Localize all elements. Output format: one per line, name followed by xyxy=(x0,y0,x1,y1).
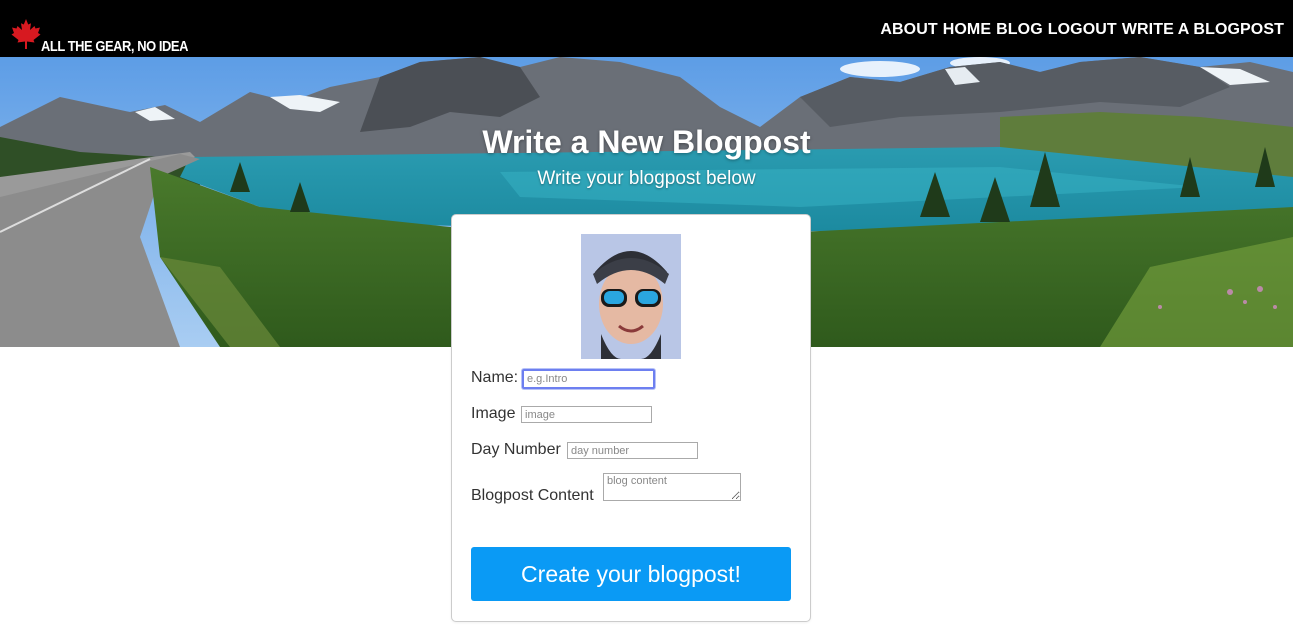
name-input[interactable] xyxy=(522,369,655,389)
name-label: Name: xyxy=(471,369,519,386)
page-title: Write a New Blogpost xyxy=(0,124,1263,161)
day-number-input[interactable] xyxy=(567,442,698,459)
nav-link-logout[interactable]: LOGOUT xyxy=(1048,21,1117,39)
page-title-text: Write a New Blogpost xyxy=(482,124,811,160)
maple-leaf-icon xyxy=(11,19,41,49)
day-number-label: Day Number xyxy=(471,441,561,458)
top-navbar: ALL THE GEAR, NO IDEA ABOUT HOME BLOG LO… xyxy=(0,0,1293,57)
nav-links: ABOUT HOME BLOG LOGOUT WRITE A BLOGPOST xyxy=(880,21,1284,39)
page-subtitle-text: Write your blogpost below xyxy=(537,168,756,189)
create-blogpost-button[interactable]: Create your blogpost! xyxy=(471,547,791,601)
blogpost-form-card: Name: Image Day Number Blogpost Content … xyxy=(451,214,811,622)
nav-link-blog[interactable]: BLOG xyxy=(996,21,1043,39)
page-subtitle: Write your blogpost below xyxy=(0,168,1263,190)
blogpost-content-label: Blogpost Content xyxy=(471,487,594,504)
nav-link-about[interactable]: ABOUT xyxy=(880,21,937,39)
image-input[interactable] xyxy=(521,406,652,423)
avatar-photo xyxy=(581,234,681,359)
avatar xyxy=(581,234,681,359)
blogpost-content-textarea[interactable] xyxy=(603,473,741,501)
nav-link-write-blogpost[interactable]: WRITE A BLOGPOST xyxy=(1122,21,1284,39)
brand-name: ALL THE GEAR, NO IDEA xyxy=(41,38,188,55)
image-label: Image xyxy=(471,405,516,422)
nav-link-home[interactable]: HOME xyxy=(943,21,991,39)
